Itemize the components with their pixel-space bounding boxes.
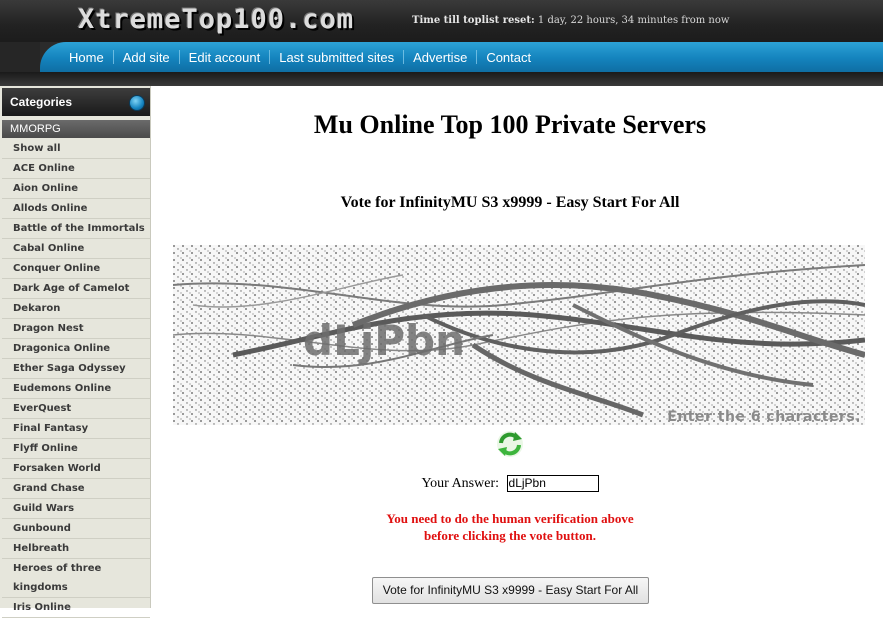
nav-home[interactable]: Home [60, 50, 113, 65]
category-item[interactable]: Conquer Online [2, 259, 150, 279]
svg-text:dLjPbn: dLjPbn [303, 316, 465, 365]
nav-separator [178, 50, 180, 64]
nav-advertise[interactable]: Advertise [404, 50, 476, 65]
site-header: XtremeTop100.com Time till toplist reset… [0, 0, 883, 86]
category-item[interactable]: Dragonica Online [2, 339, 150, 359]
refresh-icon[interactable] [495, 429, 525, 459]
category-item[interactable]: Aion Online [2, 179, 150, 199]
main-content: Mu Online Top 100 Private Servers Vote f… [150, 86, 883, 608]
page-title: Mu Online Top 100 Private Servers [313, 110, 707, 139]
error-line-1: You need to do the human verification ab… [386, 511, 634, 526]
category-item[interactable]: Iris Online [2, 598, 150, 618]
category-item[interactable]: Helbreath [2, 539, 150, 559]
category-item[interactable]: Ether Saga Odyssey [2, 359, 150, 379]
vote-button[interactable]: Vote for InfinityMU S3 x9999 - Easy Star… [372, 577, 649, 604]
main-nav: Home Add site Edit account Last submitte… [60, 42, 540, 72]
nav-separator [476, 50, 478, 64]
captcha-noise: dLjPbn [173, 245, 865, 425]
vote-heading: Vote for InfinityMU S3 x9999 - Easy Star… [340, 194, 680, 211]
category-item[interactable]: Flyff Online [2, 439, 150, 459]
category-item[interactable]: Forsaken World [2, 459, 150, 479]
category-item[interactable]: Guild Wars [2, 499, 150, 519]
reset-value: 1 day, 22 hours, 34 minutes from now [534, 15, 730, 26]
category-item[interactable]: Grand Chase [2, 479, 150, 499]
reset-timer: Time till toplist reset: 1 day, 22 hours… [412, 15, 729, 26]
category-list: Show all ACE Online Aion Online Allods O… [2, 139, 150, 618]
site-logo[interactable]: XtremeTop100.com [78, 4, 354, 35]
nav-last-submitted[interactable]: Last submitted sites [270, 50, 403, 65]
category-item[interactable]: Dark Age of Camelot [2, 279, 150, 299]
answer-label: Your Answer: [421, 475, 500, 491]
category-item[interactable]: Eudemons Online [2, 379, 150, 399]
nav-edit-account[interactable]: Edit account [180, 50, 270, 65]
category-item[interactable]: Gunbound [2, 519, 150, 539]
nav-separator [269, 50, 271, 64]
error-line-2: before clicking the vote button. [424, 528, 596, 543]
captcha-hint: Enter the 6 characters. [667, 409, 861, 425]
captcha-image: dLjPbn Enter the 6 characters. [173, 245, 865, 425]
category-item[interactable]: Final Fantasy [2, 419, 150, 439]
nav-separator [112, 50, 114, 64]
category-item[interactable]: Dragon Nest [2, 319, 150, 339]
category-item[interactable]: EverQuest [2, 399, 150, 419]
section-mmorpg[interactable]: MMORPG [2, 120, 150, 138]
categories-heading: Categories [2, 88, 150, 116]
category-item[interactable]: Show all [2, 139, 150, 159]
category-item[interactable]: Allods Online [2, 199, 150, 219]
category-sidebar: Categories MMORPG Show all ACE Online Ai… [0, 86, 151, 618]
category-item[interactable]: Heroes of three kingdoms [2, 559, 150, 598]
category-item[interactable]: Dekaron [2, 299, 150, 319]
nav-shadow [0, 72, 883, 86]
verification-error: You need to do the human verification ab… [150, 510, 870, 544]
category-item[interactable]: Battle of the Immortals [2, 219, 150, 239]
answer-row: Your Answer: dLjPbn [150, 475, 870, 492]
reset-label: Time till toplist reset: [412, 15, 535, 26]
category-item[interactable]: ACE Online [2, 159, 150, 179]
nav-contact[interactable]: Contact [477, 50, 540, 65]
categories-heading-label: Categories [10, 95, 73, 109]
answer-input[interactable]: dLjPbn [506, 475, 599, 492]
category-item[interactable]: Cabal Online [2, 239, 150, 259]
category-orb-icon [129, 95, 145, 111]
nav-add-site[interactable]: Add site [114, 50, 179, 65]
nav-separator [403, 50, 405, 64]
